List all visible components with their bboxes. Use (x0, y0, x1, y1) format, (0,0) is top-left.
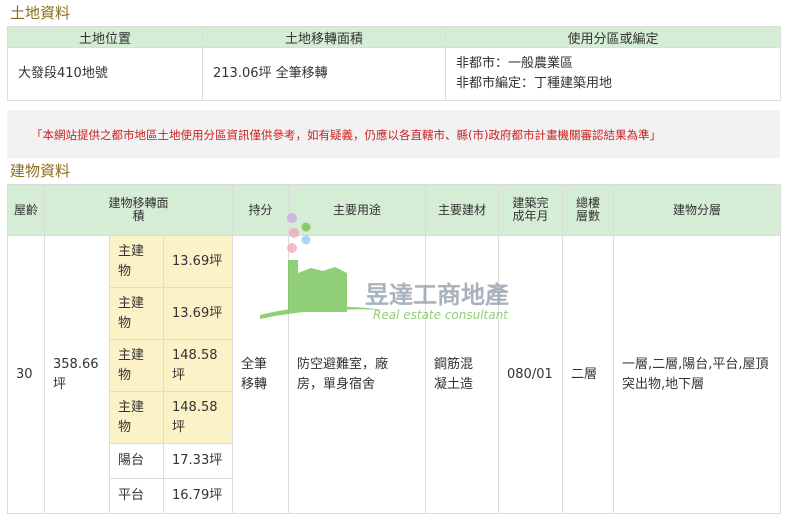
building-floors: 一層,二層,陽台,平台,屋頂突出物,地下層 (613, 235, 782, 514)
area-item-value: 148.58坪 (162, 391, 234, 444)
area-item-label: 主建物 (109, 235, 164, 288)
area-item-value: 16.79坪 (162, 478, 234, 514)
land-location: 大發段410地號 (7, 47, 203, 101)
header-age: 屋齡 (7, 184, 45, 236)
land-table: 土地位置 土地移轉面積 使用分區或編定 大發段410地號 213.06坪 全筆移… (7, 26, 781, 101)
building-main-material: 鋼筋混凝土造 (425, 235, 500, 514)
header-land-zoning: 使用分區或編定 (445, 26, 781, 48)
header-land-location: 土地位置 (7, 26, 203, 48)
header-land-area: 土地移轉面積 (202, 26, 446, 48)
area-item-value: 13.69坪 (162, 287, 234, 340)
building-table: 屋齡 建物移轉面積 持分 主要用途 主要建材 建築完成年月 總樓層數 建物分層 … (7, 184, 782, 514)
building-section-title: 建物資料 (10, 162, 71, 180)
building-main-use: 防空避難室，廠房，單身宿舍 (288, 235, 427, 514)
land-zoning: 非都市：一般農業區 非都市編定：丁種建築用地 (445, 47, 781, 101)
header-main-use: 主要用途 (288, 184, 427, 236)
table-row: 大發段410地號 213.06坪 全筆移轉 非都市：一般農業區 非都市編定：丁種… (7, 47, 781, 101)
notice-banner: 「本網站提供之都市地區土地使用分區資訊僅供參考，如有疑義，仍應以各直轄市、縣(市… (7, 110, 780, 158)
area-item-value: 17.33坪 (162, 443, 234, 479)
area-item-label: 主建物 (109, 287, 164, 340)
zoning-line: 非都市：一般農業區 (456, 56, 574, 71)
area-item-label: 主建物 (109, 391, 164, 444)
land-area: 213.06坪 全筆移轉 (202, 47, 446, 101)
header-floors: 建物分層 (613, 184, 782, 236)
area-item-label: 平台 (109, 478, 164, 514)
header-completion: 建築完成年月 (498, 184, 564, 236)
land-section-title: 土地資料 (10, 4, 71, 22)
area-item-value: 13.69坪 (162, 235, 234, 288)
building-share: 全筆移轉 (232, 235, 290, 514)
header-transfer-area: 建物移轉面積 (43, 184, 234, 236)
building-age: 30 (7, 235, 45, 514)
header-main-material: 主要建材 (425, 184, 500, 236)
area-item-value: 148.58坪 (162, 339, 234, 392)
building-total-floors: 二層 (562, 235, 615, 514)
building-total-area: 358.66坪 (44, 235, 110, 514)
zoning-line: 非都市編定：丁種建築用地 (456, 76, 613, 91)
area-item-label: 陽台 (109, 443, 164, 479)
building-completion: 080/01 (498, 235, 564, 514)
header-total-floors: 總樓層數 (562, 184, 615, 236)
area-item-label: 主建物 (109, 339, 164, 392)
header-share: 持分 (232, 184, 290, 236)
table-row: 30 358.66坪 主建物 13.69坪 全筆移轉 防空避難室，廠房，單身宿舍… (7, 235, 782, 514)
